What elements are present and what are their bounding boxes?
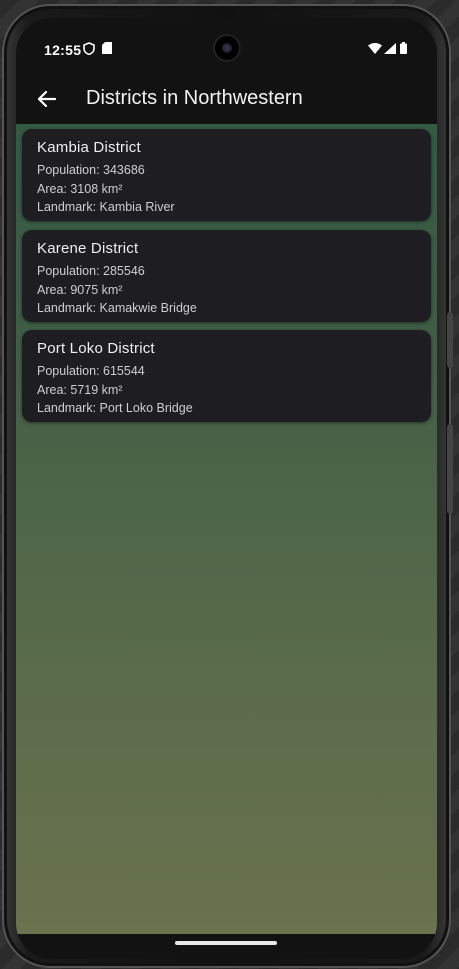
vpn-shield-icon <box>83 42 95 58</box>
district-area: Area: 9075 km² <box>37 282 123 297</box>
battery-icon <box>400 42 407 57</box>
district-landmark: Landmark: Port Loko Bridge <box>37 401 193 415</box>
phone-frame: 12:55 Districts in Northwestern Kambia D… <box>2 4 453 968</box>
district-list: Kambia District Population: 343686 Area:… <box>16 124 437 934</box>
district-area: Area: 5719 km² <box>37 382 123 397</box>
district-area: Area: 3108 km² <box>37 181 123 196</box>
arrow-back-icon <box>37 90 57 112</box>
sd-card-icon <box>102 42 112 57</box>
district-landmark: Landmark: Kambia River <box>37 200 175 214</box>
screen: 12:55 Districts in Northwestern Kambia D… <box>16 18 437 959</box>
district-name: Karene District <box>37 240 139 257</box>
wifi-icon <box>368 43 382 57</box>
district-population: Population: 285546 <box>37 264 145 278</box>
page-title: Districts in Northwestern <box>86 87 303 109</box>
status-bar: 12:55 <box>16 18 437 78</box>
district-population: Population: 615544 <box>37 364 145 378</box>
status-time: 12:55 <box>44 42 82 58</box>
power-button <box>447 424 453 514</box>
district-name: Kambia District <box>37 139 141 156</box>
district-population: Population: 343686 <box>37 163 145 177</box>
front-camera <box>213 34 241 62</box>
app-bar: Districts in Northwestern <box>16 78 437 124</box>
district-card-kambia[interactable]: Kambia District Population: 343686 Area:… <box>22 129 431 221</box>
district-card-karene[interactable]: Karene District Population: 285546 Area:… <box>22 230 431 322</box>
district-card-port-loko[interactable]: Port Loko District Population: 615544 Ar… <box>22 330 431 422</box>
district-landmark: Landmark: Kamakwie Bridge <box>37 301 197 315</box>
home-indicator[interactable] <box>175 941 277 945</box>
back-button[interactable] <box>32 86 62 116</box>
volume-button <box>447 312 453 368</box>
district-name: Port Loko District <box>37 340 155 357</box>
navigation-bar <box>16 934 437 959</box>
signal-icon <box>384 43 396 57</box>
